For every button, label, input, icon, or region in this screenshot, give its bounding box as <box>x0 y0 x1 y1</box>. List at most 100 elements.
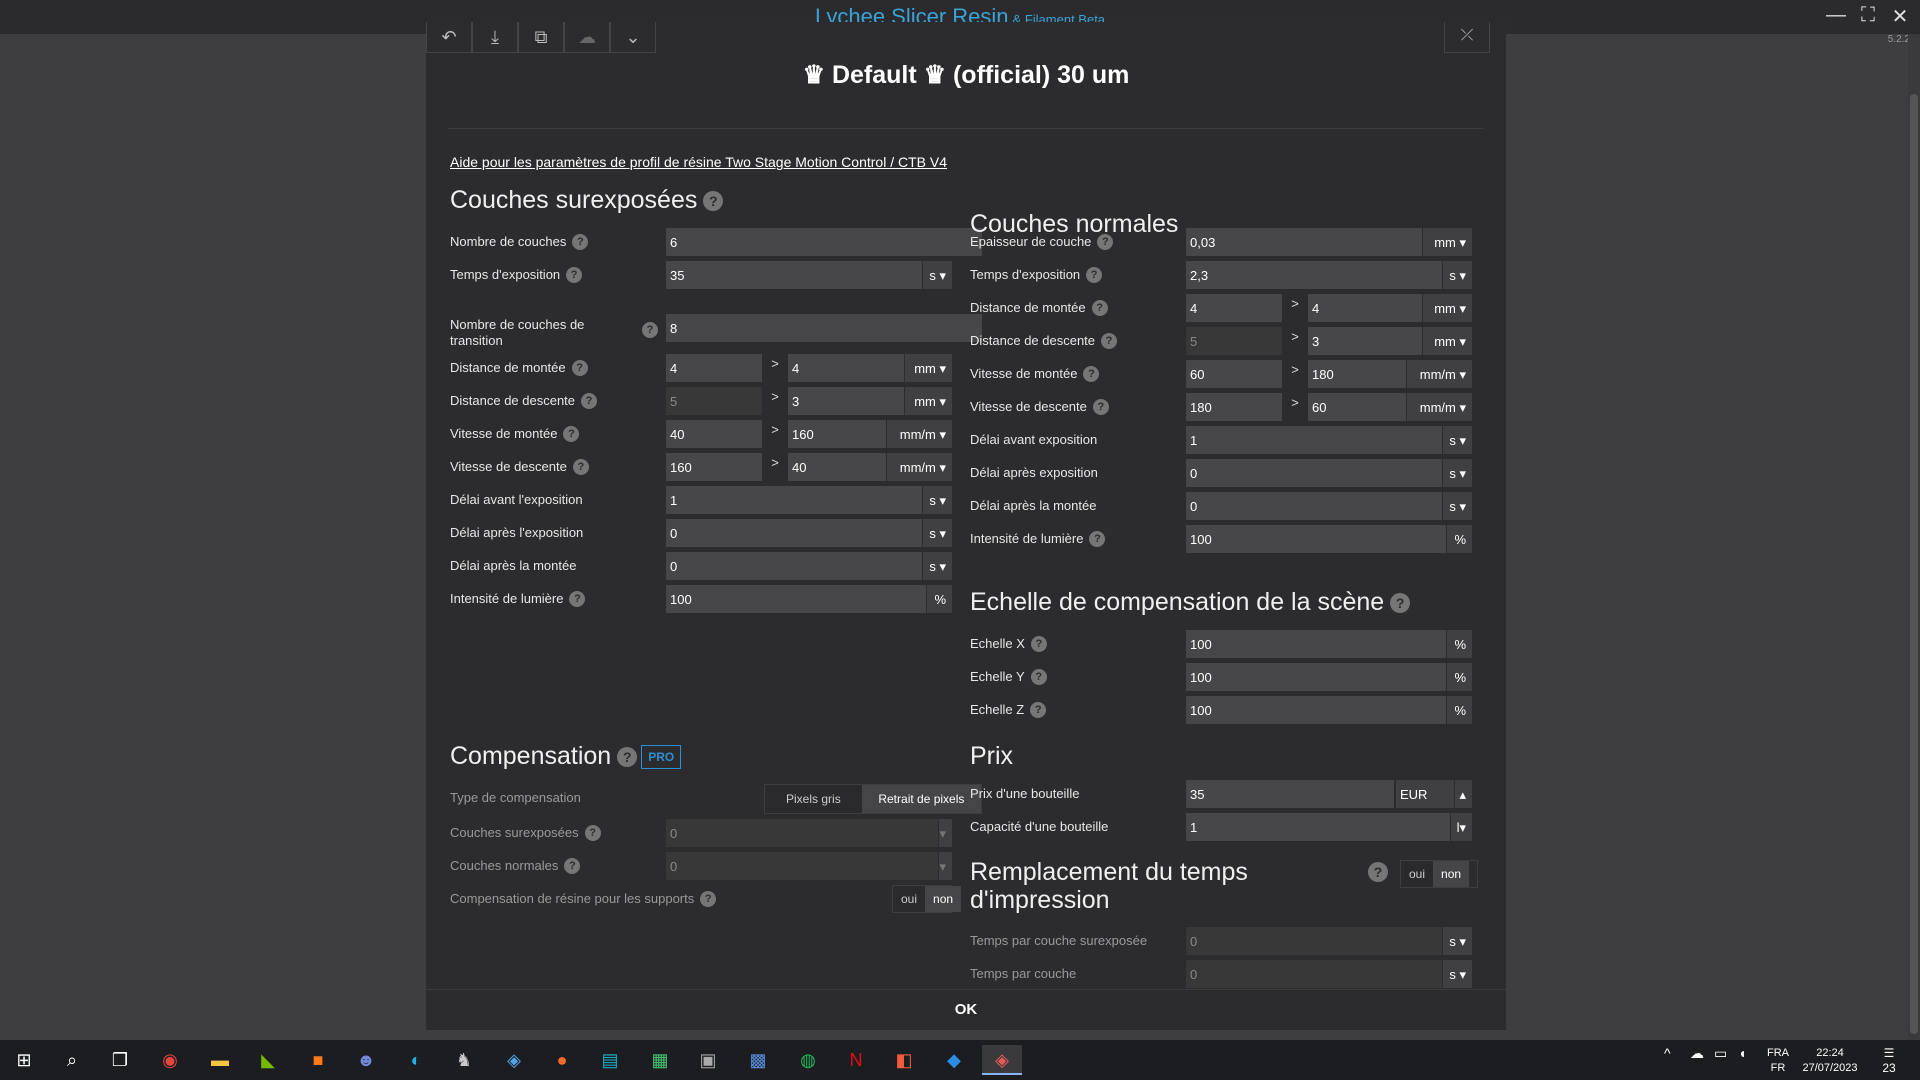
comp-supports-no[interactable]: non <box>925 886 962 912</box>
comp-over-spinner[interactable]: ▾ <box>938 819 952 847</box>
nrm-retract-speed-input-2[interactable]: 60 <box>1308 393 1406 421</box>
bottle-capacity-input[interactable]: 1 <box>1186 813 1450 841</box>
nrm-lift-speed-input-1[interactable]: 60 <box>1186 360 1282 388</box>
app-icon-diamond[interactable]: ◆ <box>934 1045 974 1075</box>
ovx-lift-speed-input-2[interactable]: 160 <box>788 420 886 448</box>
chrome-icon[interactable]: ◉ <box>150 1045 190 1075</box>
app-icon-teal[interactable]: ▤ <box>590 1045 630 1075</box>
nrm-retract-dist-unit-select[interactable]: mm ▾ <box>1422 327 1472 355</box>
help-icon[interactable]: ? <box>572 234 589 250</box>
time-override-yes[interactable]: oui <box>1401 861 1434 887</box>
help-icon[interactable]: ? <box>1097 234 1114 250</box>
nrm-delay-lift-unit-select[interactable]: s ▾ <box>1442 492 1472 520</box>
help-icon[interactable]: ? <box>1030 636 1047 652</box>
collapse-icon[interactable]: ⤫ <box>1444 22 1490 53</box>
clock[interactable]: 22:24 27/07/2023 <box>1796 1046 1864 1076</box>
ovx-lift-dist-unit-select[interactable]: mm ▾ <box>904 354 952 382</box>
c-app-icon[interactable]: ◐ <box>396 1045 436 1075</box>
scale-z-input[interactable]: 100 <box>1186 696 1446 724</box>
nrm-thickness-unit-select[interactable]: mm ▾ <box>1422 228 1472 256</box>
scrollbar-thumb[interactable] <box>1910 94 1918 1034</box>
language-indicator[interactable]: FRA FR <box>1764 1046 1792 1076</box>
search-icon[interactable]: ⌕ <box>52 1045 92 1075</box>
tray-chevron-icon[interactable]: ^ <box>1664 1046 1671 1061</box>
ovx-delay-lift-input[interactable]: 0 <box>666 552 922 580</box>
main-scrollbar[interactable] <box>1908 34 1920 1040</box>
file-explorer-icon[interactable]: ▬ <box>200 1045 240 1075</box>
ovx-light-input[interactable]: 100 <box>666 585 926 613</box>
time-layer-input[interactable]: 0 <box>1186 960 1442 988</box>
office-icon[interactable]: ◧ <box>884 1045 924 1075</box>
time-over-input[interactable]: 0 <box>1186 927 1442 955</box>
time-layer-unit-select[interactable]: s ▾ <box>1442 960 1472 988</box>
netflix-icon[interactable]: N <box>836 1045 876 1075</box>
undo-icon[interactable]: ↶ <box>426 22 472 53</box>
nrm-lift-dist-input-2[interactable]: 4 <box>1308 294 1422 322</box>
help-icon[interactable]: ? <box>1083 366 1100 382</box>
help-icon[interactable]: ? <box>1091 300 1108 316</box>
help-icon[interactable]: ? <box>642 322 658 338</box>
download-icon[interactable]: ⤓ <box>472 22 518 53</box>
origin-icon[interactable]: ● <box>542 1045 582 1075</box>
nrm-lift-speed-unit-select[interactable]: mm/m ▾ <box>1406 360 1472 388</box>
ok-button[interactable]: OK <box>426 989 1506 1030</box>
nrm-delay-after-unit-select[interactable]: s ▾ <box>1442 459 1472 487</box>
help-icon[interactable]: ? <box>566 267 583 283</box>
time-over-unit-select[interactable]: s ▾ <box>1442 927 1472 955</box>
ovx-retract-speed-input-2[interactable]: 40 <box>788 453 886 481</box>
ovx-delay-after-input[interactable]: 0 <box>666 519 922 547</box>
help-icon[interactable]: ? <box>1089 531 1106 547</box>
help-icon[interactable]: ? <box>1030 669 1047 685</box>
comp-normal-input[interactable]: 0 <box>666 852 938 880</box>
comp-type-option-retract[interactable]: Retrait de pixels <box>861 785 981 813</box>
comp-supports-yes[interactable]: oui <box>893 886 926 912</box>
cloud-icon[interactable]: ☁ <box>564 22 610 53</box>
help-icon[interactable]: ? <box>703 191 724 212</box>
app-icon-blue[interactable]: ▩ <box>738 1045 778 1075</box>
ovx-delay-before-input[interactable]: 1 <box>666 486 922 514</box>
ovx-layers-input[interactable]: 6 <box>666 228 982 256</box>
fusion-icon[interactable]: ■ <box>298 1045 338 1075</box>
help-icon[interactable]: ? <box>569 591 586 607</box>
help-icon[interactable]: ? <box>1101 333 1118 349</box>
discord-icon[interactable]: ☻ <box>346 1045 386 1075</box>
nrm-lift-dist-unit-select[interactable]: mm ▾ <box>1422 294 1472 322</box>
comp-normal-spinner[interactable]: ▾ <box>938 852 952 880</box>
help-icon[interactable]: ? <box>700 891 717 907</box>
steam-icon[interactable]: ◈ <box>494 1045 534 1075</box>
currency-field[interactable]: EUR <box>1396 780 1454 808</box>
nrm-exposure-unit-select[interactable]: s ▾ <box>1442 261 1472 289</box>
nrm-retract-speed-unit-select[interactable]: mm/m ▾ <box>1406 393 1472 421</box>
spotify-icon[interactable]: ◍ <box>788 1045 828 1075</box>
nrm-delay-before-unit-select[interactable]: s ▾ <box>1442 426 1472 454</box>
ovx-delay-before-unit-select[interactable]: s ▾ <box>922 486 952 514</box>
nrm-retract-dist-input-2[interactable]: 3 <box>1308 327 1422 355</box>
help-icon[interactable]: ? <box>581 393 598 409</box>
nrm-lift-dist-input-1[interactable]: 4 <box>1186 294 1282 322</box>
nvidia-icon[interactable]: ◣ <box>248 1045 288 1075</box>
minimize-icon[interactable]: — <box>1824 4 1848 27</box>
maximize-icon[interactable]: ⛶ <box>1856 4 1880 27</box>
game-app-icon[interactable]: ♞ <box>444 1045 484 1075</box>
nrm-thickness-input[interactable]: 0,03 <box>1186 228 1422 256</box>
ovx-delay-after-unit-select[interactable]: s ▾ <box>922 519 952 547</box>
help-link[interactable]: Aide pour les paramètres de profil de ré… <box>450 154 947 170</box>
ovx-retract-speed-input-1[interactable]: 160 <box>666 453 762 481</box>
time-override-no[interactable]: non <box>1433 861 1470 887</box>
windows-start-icon[interactable]: ⊞ <box>4 1045 44 1075</box>
help-icon[interactable]: ? <box>1368 862 1388 882</box>
nrm-delay-before-input[interactable]: 1 <box>1186 426 1442 454</box>
ovx-delay-lift-unit-select[interactable]: s ▾ <box>922 552 952 580</box>
ovx-retract-speed-unit-select[interactable]: mm/m ▾ <box>886 453 952 481</box>
nrm-exposure-input[interactable]: 2,3 <box>1186 261 1442 289</box>
nrm-delay-lift-input[interactable]: 0 <box>1186 492 1442 520</box>
currency-select[interactable]: ▴ <box>1454 780 1472 808</box>
help-icon[interactable]: ? <box>571 360 588 376</box>
app-icon-dark[interactable]: ▣ <box>688 1045 728 1075</box>
help-icon[interactable]: ? <box>564 858 581 874</box>
help-icon[interactable]: ? <box>572 459 589 475</box>
help-icon[interactable]: ? <box>584 825 601 841</box>
help-icon[interactable]: ? <box>1390 593 1411 614</box>
onedrive-icon[interactable]: ☁ <box>1690 1046 1704 1061</box>
nrm-lift-speed-input-2[interactable]: 180 <box>1308 360 1406 388</box>
